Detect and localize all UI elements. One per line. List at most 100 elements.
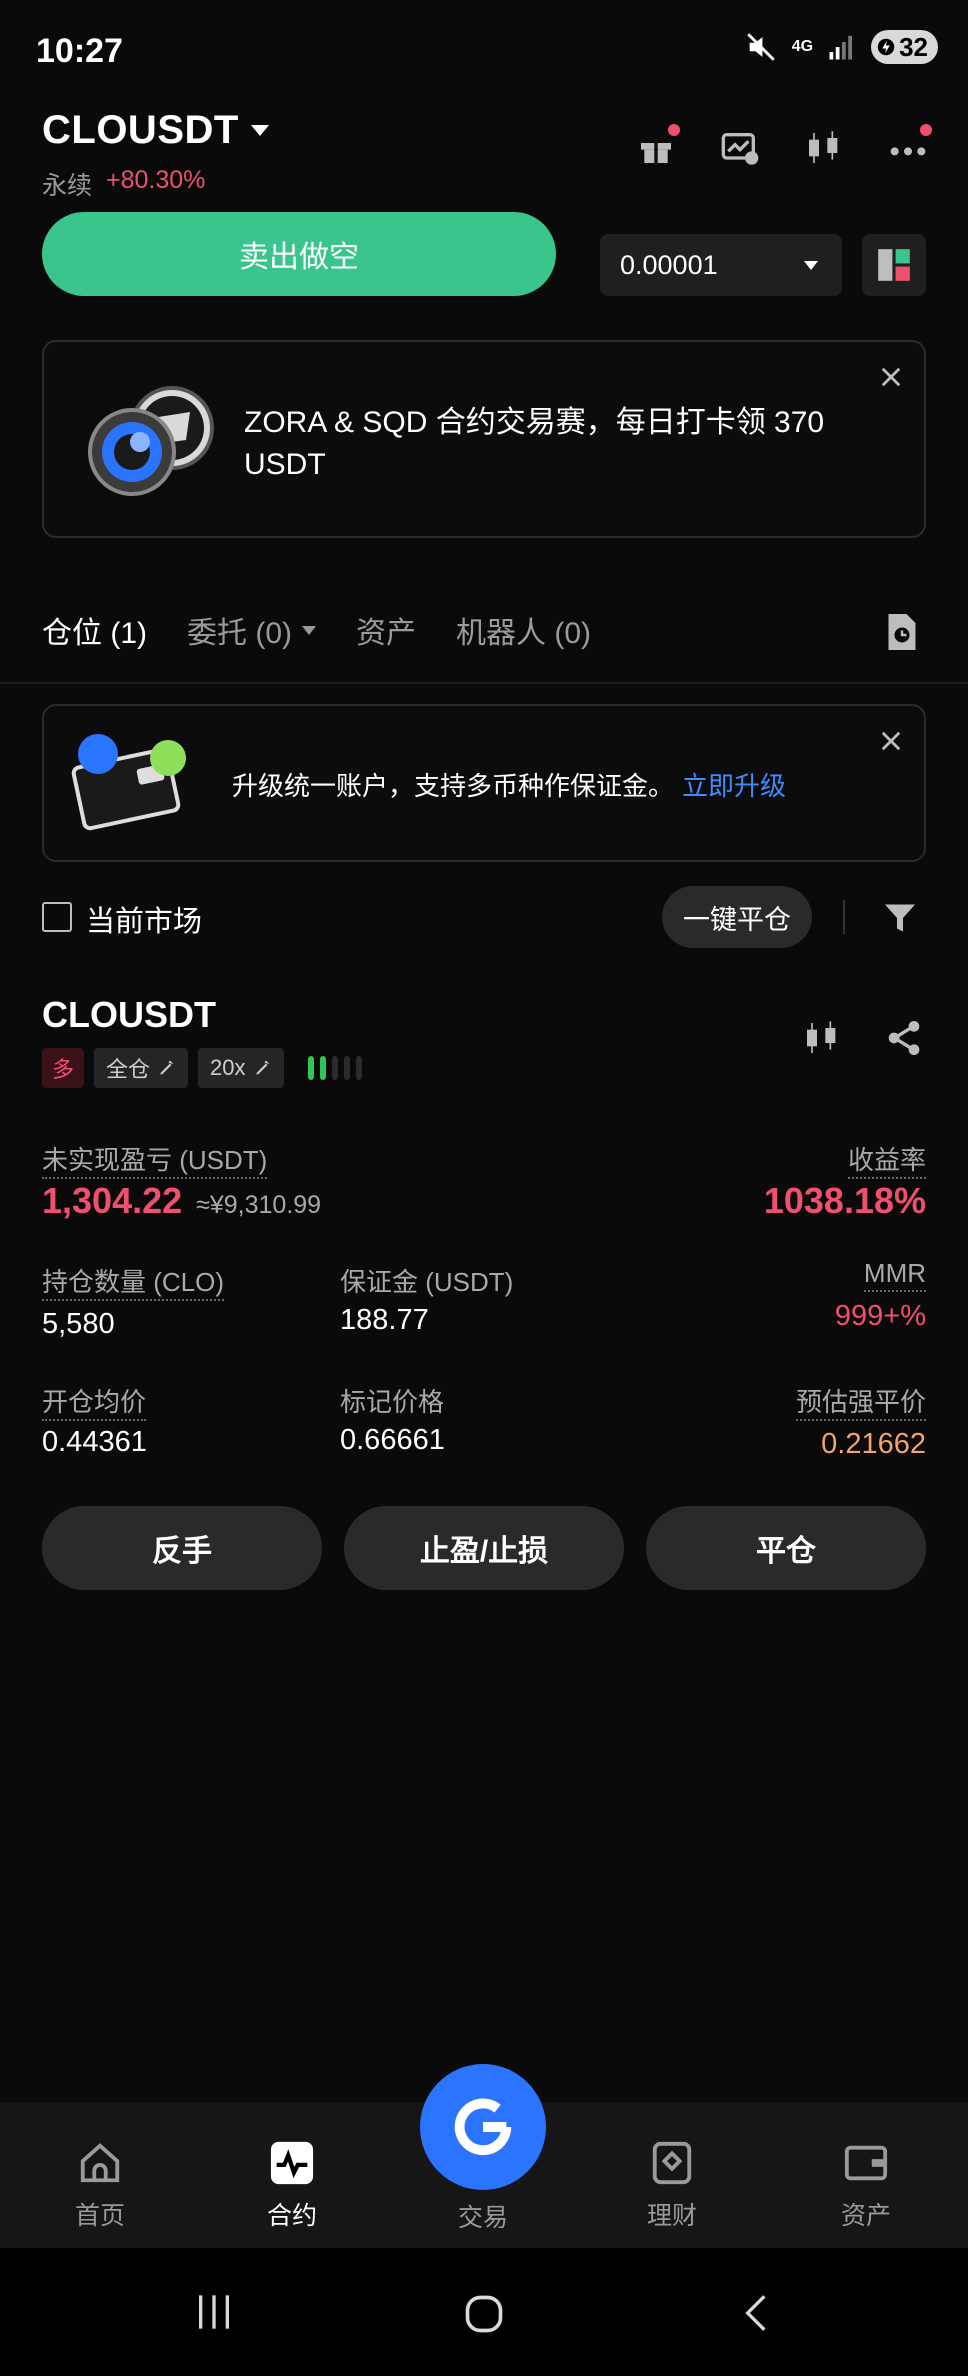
futures-icon [270,2141,314,2185]
history-icon[interactable] [884,612,920,652]
system-nav-bar [0,2248,968,2376]
tab-label: 机器人 (0) [456,617,591,650]
battery-level: 32 [899,31,928,62]
chevron-down-icon [804,260,818,270]
share-icon[interactable] [884,1018,924,1058]
nav-home[interactable]: 首页 [40,2140,160,2232]
tab-positions[interactable]: 仓位 (1) [42,608,147,652]
mute-icon [746,33,775,61]
home-icon [80,2143,120,2183]
network-label: 4G [791,38,814,55]
leverage-tag[interactable]: 20x [198,1048,284,1088]
side-tag: 多 [42,1048,85,1088]
battery-indicator: 32 [871,30,938,64]
margin-mode-tag[interactable]: 全仓 [94,1048,189,1088]
status-time: 10:27 [36,32,123,70]
current-market-checkbox[interactable] [42,902,72,932]
tab-orders[interactable]: 委托 (0) [187,608,316,652]
tab-label: 仓位 (1) [42,617,147,650]
liq-label: 预估强平价 [795,1382,926,1421]
liq-label-text: 预估强平价 [795,1387,926,1421]
trade-icon [454,2098,512,2156]
roi-label: 收益率 [847,1140,926,1179]
leverage-value: 20x [210,1055,246,1080]
close-position-button[interactable]: 平仓 [646,1506,926,1590]
gift-icon[interactable] [636,124,680,168]
risk-bar [355,1056,362,1080]
promo-coins-icon [88,386,214,496]
roi-value: 1038.18% [763,1180,926,1221]
sell-short-button[interactable]: 卖出做空 [42,212,556,296]
reverse-button[interactable]: 反手 [42,1506,322,1590]
nav-label: 首页 [74,2202,125,2230]
filter-icon[interactable] [882,900,918,936]
qty-label: 持仓数量 (CLO) [42,1262,225,1301]
chart-settings-icon[interactable] [720,128,760,168]
mark-label: 标记价格 [340,1387,445,1417]
earn-icon [652,2141,692,2185]
pnl-label: 未实现盈亏 (USDT) [42,1140,268,1179]
chevron-down-icon [302,625,316,635]
edit-icon [255,1060,269,1075]
tab-assets[interactable]: 资产 [356,608,416,652]
nav-trade-label: 交易 [457,2204,508,2232]
position-symbol[interactable]: CLOUSDT [42,994,216,1036]
nav-assets[interactable]: 资产 [806,2140,926,2232]
pair-name: CLOUSDT [42,108,239,152]
pnl-cny: ≈¥9,310.99 [196,1191,322,1219]
close-icon[interactable] [880,366,902,388]
pair-selector[interactable]: CLOUSDT [42,108,269,153]
nav-label: 合约 [266,2202,317,2230]
qty-value: 5,580 [42,1308,115,1340]
signal-icon [829,35,853,60]
back-icon[interactable] [736,2290,776,2336]
trade-button[interactable] [420,2064,546,2190]
mmr-value: 999+% [834,1300,926,1332]
risk-level-bars [307,1056,362,1080]
entry-label: 开仓均价 [42,1382,147,1421]
nav-earn[interactable]: 理财 [612,2140,732,2232]
recent-apps-icon[interactable] [192,2292,236,2332]
charging-icon [877,38,895,56]
promo-banner[interactable]: ZORA & SQD 合约交易赛，每日打卡领 370 USDT [42,340,926,538]
nav-label: 理财 [646,2202,697,2230]
nav-label: 资产 [840,2202,891,2230]
pnl-row: 1,304.22 ≈¥9,310.99 [42,1180,321,1222]
margin-mode-value: 全仓 [106,1057,151,1082]
tab-label: 资产 [356,617,416,650]
nav-futures[interactable]: 合约 [232,2140,352,2232]
close-all-button[interactable]: 一键平仓 [662,886,812,948]
candlestick-icon[interactable] [804,128,844,168]
position-tags: 多 全仓 20x [42,1048,362,1088]
tab-bots[interactable]: 机器人 (0) [456,608,591,652]
pair-subline: 永续 +80.30% [42,166,205,202]
header-icons [636,124,932,168]
candlestick-icon[interactable] [802,1018,842,1058]
risk-bar [331,1056,338,1080]
home-button-icon[interactable] [462,2292,506,2336]
contract-type: 永续 [42,172,93,200]
chevron-down-icon [250,125,269,136]
wallet-illustration-icon [71,734,186,831]
more-icon[interactable] [888,124,932,168]
margin-value: 188.77 [340,1304,429,1336]
layout-toggle-button[interactable] [862,234,926,296]
price-step-select[interactable]: 0.00001 [600,234,842,296]
status-bar: 10:27 4G 32 [0,0,968,100]
pnl-value: 1,304.22 [42,1180,183,1221]
mmr-label-text: MMR [863,1258,926,1292]
position-icons [802,1018,924,1058]
tab-label: 委托 (0) [187,617,292,650]
price-change: +80.30% [106,166,206,194]
upgrade-text: 升级统一账户，支持多币种作保证金。 立即升级 [232,766,786,803]
mmr-label: MMR [863,1258,926,1292]
entry-label-text: 开仓均价 [42,1387,147,1421]
upgrade-banner[interactable]: 升级统一账户，支持多币种作保证金。 立即升级 [42,704,926,862]
mark-value: 0.66661 [340,1424,445,1456]
edit-icon [160,1060,174,1075]
divider [0,682,968,684]
tpsl-button[interactable]: 止盈/止损 [344,1506,624,1590]
layout-icon [878,249,910,281]
close-icon[interactable] [880,730,902,752]
upgrade-link[interactable]: 立即升级 [682,771,786,801]
